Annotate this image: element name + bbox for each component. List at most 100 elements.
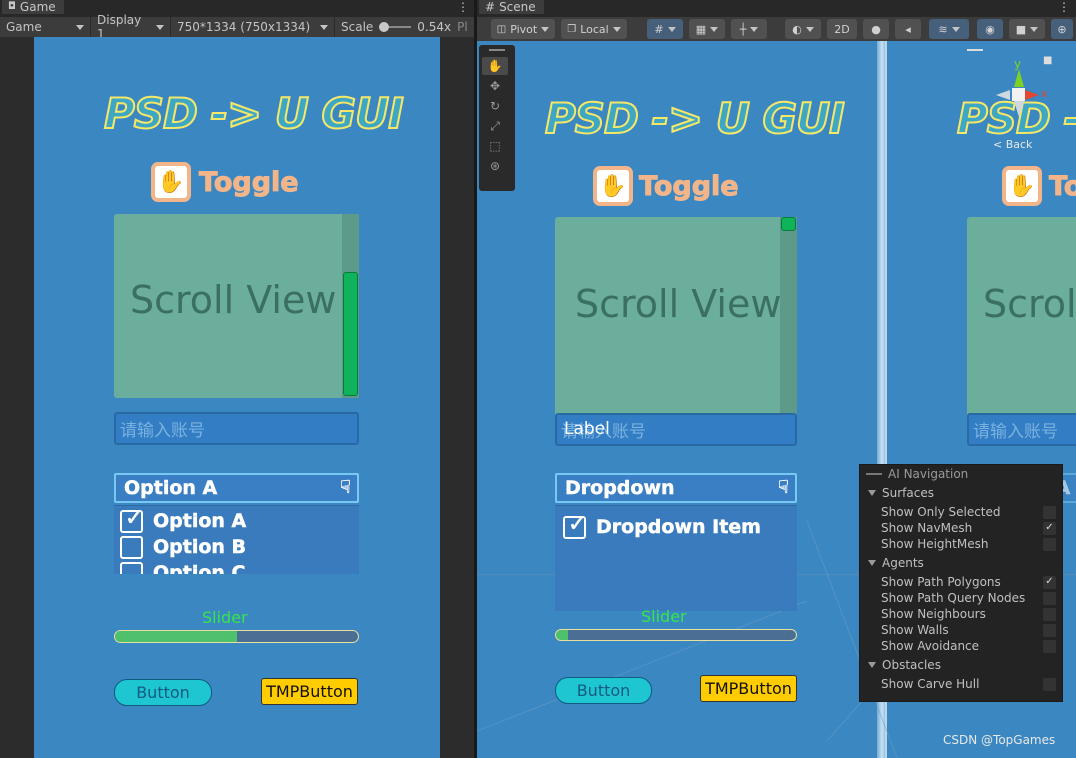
foldout-arrow-icon[interactable] (868, 490, 876, 496)
ai-option-row[interactable]: Show Neighbours (860, 606, 1062, 622)
lighting-toggle[interactable]: ● (863, 19, 889, 39)
foldout-arrow-icon[interactable] (868, 662, 876, 668)
dropdown-template[interactable]: ✓ Dropdown Item (555, 505, 797, 611)
dropdown-option[interactable]: Option B (120, 534, 246, 560)
rotate-tool-icon[interactable]: ↻ (482, 97, 508, 115)
scene-tab-bar: # Scene ⋮ (477, 0, 1076, 17)
ugui-title: PSD -> U GUI (103, 88, 405, 139)
checkbox-icon[interactable] (1043, 639, 1056, 653)
resolution-label: 750*1334 (750x1334) (177, 20, 311, 34)
audio-toggle[interactable]: ◂ (895, 19, 921, 39)
foldout-arrow-icon[interactable] (868, 560, 876, 566)
gizmo-z-cone[interactable] (1014, 101, 1024, 117)
scroll-view[interactable]: Scroll View (555, 217, 797, 426)
orientation-gizmo[interactable]: ■ y x < Back (967, 49, 1057, 151)
ai-option-row[interactable]: Show Only Selected (860, 504, 1062, 520)
snap-toggle[interactable]: # (647, 19, 683, 39)
resolution-dropdown[interactable]: 750*1334 (750x1334) (170, 17, 334, 37)
dropdown[interactable]: Option A ☟ (114, 473, 359, 503)
scroll-view[interactable]: Scroll View (114, 214, 359, 398)
ai-section-header[interactable]: Surfaces (860, 482, 1062, 504)
ai-section-header[interactable]: Obstacles (860, 654, 1062, 676)
overlay-drag-handle[interactable] (866, 472, 882, 475)
dropdown[interactable]: Dropdown ☟ (555, 473, 797, 503)
dropdown-option[interactable]: ✓ Option A (120, 506, 247, 534)
hand-tool-icon[interactable]: ✋ (482, 57, 508, 75)
drag-handle-icon[interactable] (489, 49, 505, 51)
button[interactable]: Button (114, 679, 212, 706)
gizmo-drag-handle[interactable] (967, 49, 983, 51)
dropdown-item[interactable]: ✓ Dropdown Item (563, 511, 761, 540)
scale-tool-icon[interactable]: ⤢ (482, 117, 508, 135)
checkbox-icon[interactable] (1043, 505, 1056, 519)
mode-2d-toggle[interactable]: 2D (827, 19, 857, 39)
ai-section-header[interactable]: Agents (860, 552, 1062, 574)
increment-snap[interactable]: ┼ (731, 19, 767, 39)
rect-tool-icon[interactable]: ⬚ (482, 137, 508, 155)
ai-option-row[interactable]: Show Walls (860, 622, 1062, 638)
game-tab[interactable]: ◘ Game (2, 0, 64, 14)
checkbox-checked-icon[interactable]: ✓ (563, 511, 587, 539)
gizmo-neg-x-cone[interactable] (996, 90, 1010, 100)
visibility-toggle[interactable]: ◉ (977, 19, 1003, 39)
scroll-view-text: Scroll View (983, 282, 1076, 326)
checkbox-icon[interactable] (120, 561, 143, 574)
checkbox-checked-icon[interactable]: ✓ (1043, 575, 1056, 589)
scroll-view[interactable]: Scroll View (967, 217, 1076, 426)
local-dropdown[interactable]: ❒ Local (561, 19, 627, 39)
checkbox-checked-icon[interactable]: ✓ (120, 506, 144, 533)
scale-slider-thumb[interactable] (379, 22, 390, 32)
scene-tab-menu-icon[interactable]: ⋮ (1058, 0, 1070, 14)
ai-option-row[interactable]: Show NavMesh ✓ (860, 520, 1062, 536)
button[interactable]: Button (555, 677, 652, 704)
account-input[interactable]: 请输入账号 (967, 413, 1076, 446)
scrollbar-handle[interactable] (781, 217, 796, 231)
scene-tab[interactable]: # Scene (479, 0, 544, 14)
pivot-dropdown[interactable]: ◫ Pivot (491, 19, 555, 39)
gizmo-x-cone[interactable] (1025, 90, 1039, 100)
ugui-title: PSD -> U GUI (544, 93, 846, 144)
game-mode-dropdown[interactable]: Game (0, 17, 90, 37)
game-tab-menu-icon[interactable]: ⋮ (457, 0, 469, 14)
dropdown-option[interactable]: Option C (120, 560, 246, 574)
ai-option-row[interactable]: Show Path Query Nodes (860, 590, 1062, 606)
ai-option-row[interactable]: Show Carve Hull (860, 676, 1062, 692)
caret-icon (710, 26, 719, 32)
tmp-button[interactable]: TMPButton (700, 675, 797, 702)
camera-dropdown[interactable]: ■ (1009, 19, 1045, 39)
checkbox-checked-icon[interactable]: ✓ (1043, 521, 1056, 535)
display-dropdown[interactable]: Display 1 (90, 13, 170, 41)
move-tool-icon[interactable]: ✥ (482, 77, 508, 95)
grid-toggle[interactable]: ▦ (689, 19, 725, 39)
caret-icon (76, 24, 84, 30)
scene-tab-label: Scene (499, 0, 536, 14)
play-mode-dropdown[interactable]: Pl (457, 20, 468, 34)
scrollbar-handle[interactable] (343, 272, 358, 396)
account-input[interactable]: 请输入账号 (114, 412, 359, 445)
checkbox-icon[interactable] (1043, 623, 1056, 637)
slider[interactable] (555, 629, 797, 641)
slider[interactable] (114, 630, 359, 643)
lock-icon[interactable]: ■ (1043, 55, 1052, 66)
gizmos-toggle[interactable]: ⊕ (1051, 19, 1073, 39)
gizmo-center-cube[interactable] (1012, 88, 1025, 101)
toggle-hand-icon: ✋ (151, 162, 191, 202)
checkbox-icon[interactable] (1043, 607, 1056, 621)
checkbox-icon[interactable] (1043, 591, 1056, 605)
ai-option-row[interactable]: Show HeightMesh (860, 536, 1062, 552)
gizmo-back-label[interactable]: < Back (993, 138, 1032, 151)
checkbox-icon[interactable] (120, 535, 143, 559)
transform-tool-icon[interactable]: ⊛ (482, 157, 508, 175)
dropdown-list[interactable]: ✓ Option A Option B Option C (114, 505, 359, 574)
checkbox-icon[interactable] (1043, 677, 1056, 691)
ai-option-row[interactable]: Show Path Polygons ✓ (860, 574, 1062, 590)
scene-viewport[interactable]: PSD -> U GUI ✋ Toggle Scroll View 请输入账号 … (477, 41, 1076, 758)
ai-option-row[interactable]: Show Avoidance (860, 638, 1062, 654)
layers-dropdown[interactable]: ≋ (929, 19, 969, 39)
gizmo-y-cone[interactable] (1014, 69, 1024, 87)
scrollbar-track[interactable] (780, 217, 797, 426)
checkbox-icon[interactable] (1043, 537, 1056, 551)
shading-mode[interactable]: ◐ (785, 19, 821, 39)
tmp-button[interactable]: TMPButton (261, 678, 358, 705)
scale-slider[interactable] (379, 22, 412, 32)
